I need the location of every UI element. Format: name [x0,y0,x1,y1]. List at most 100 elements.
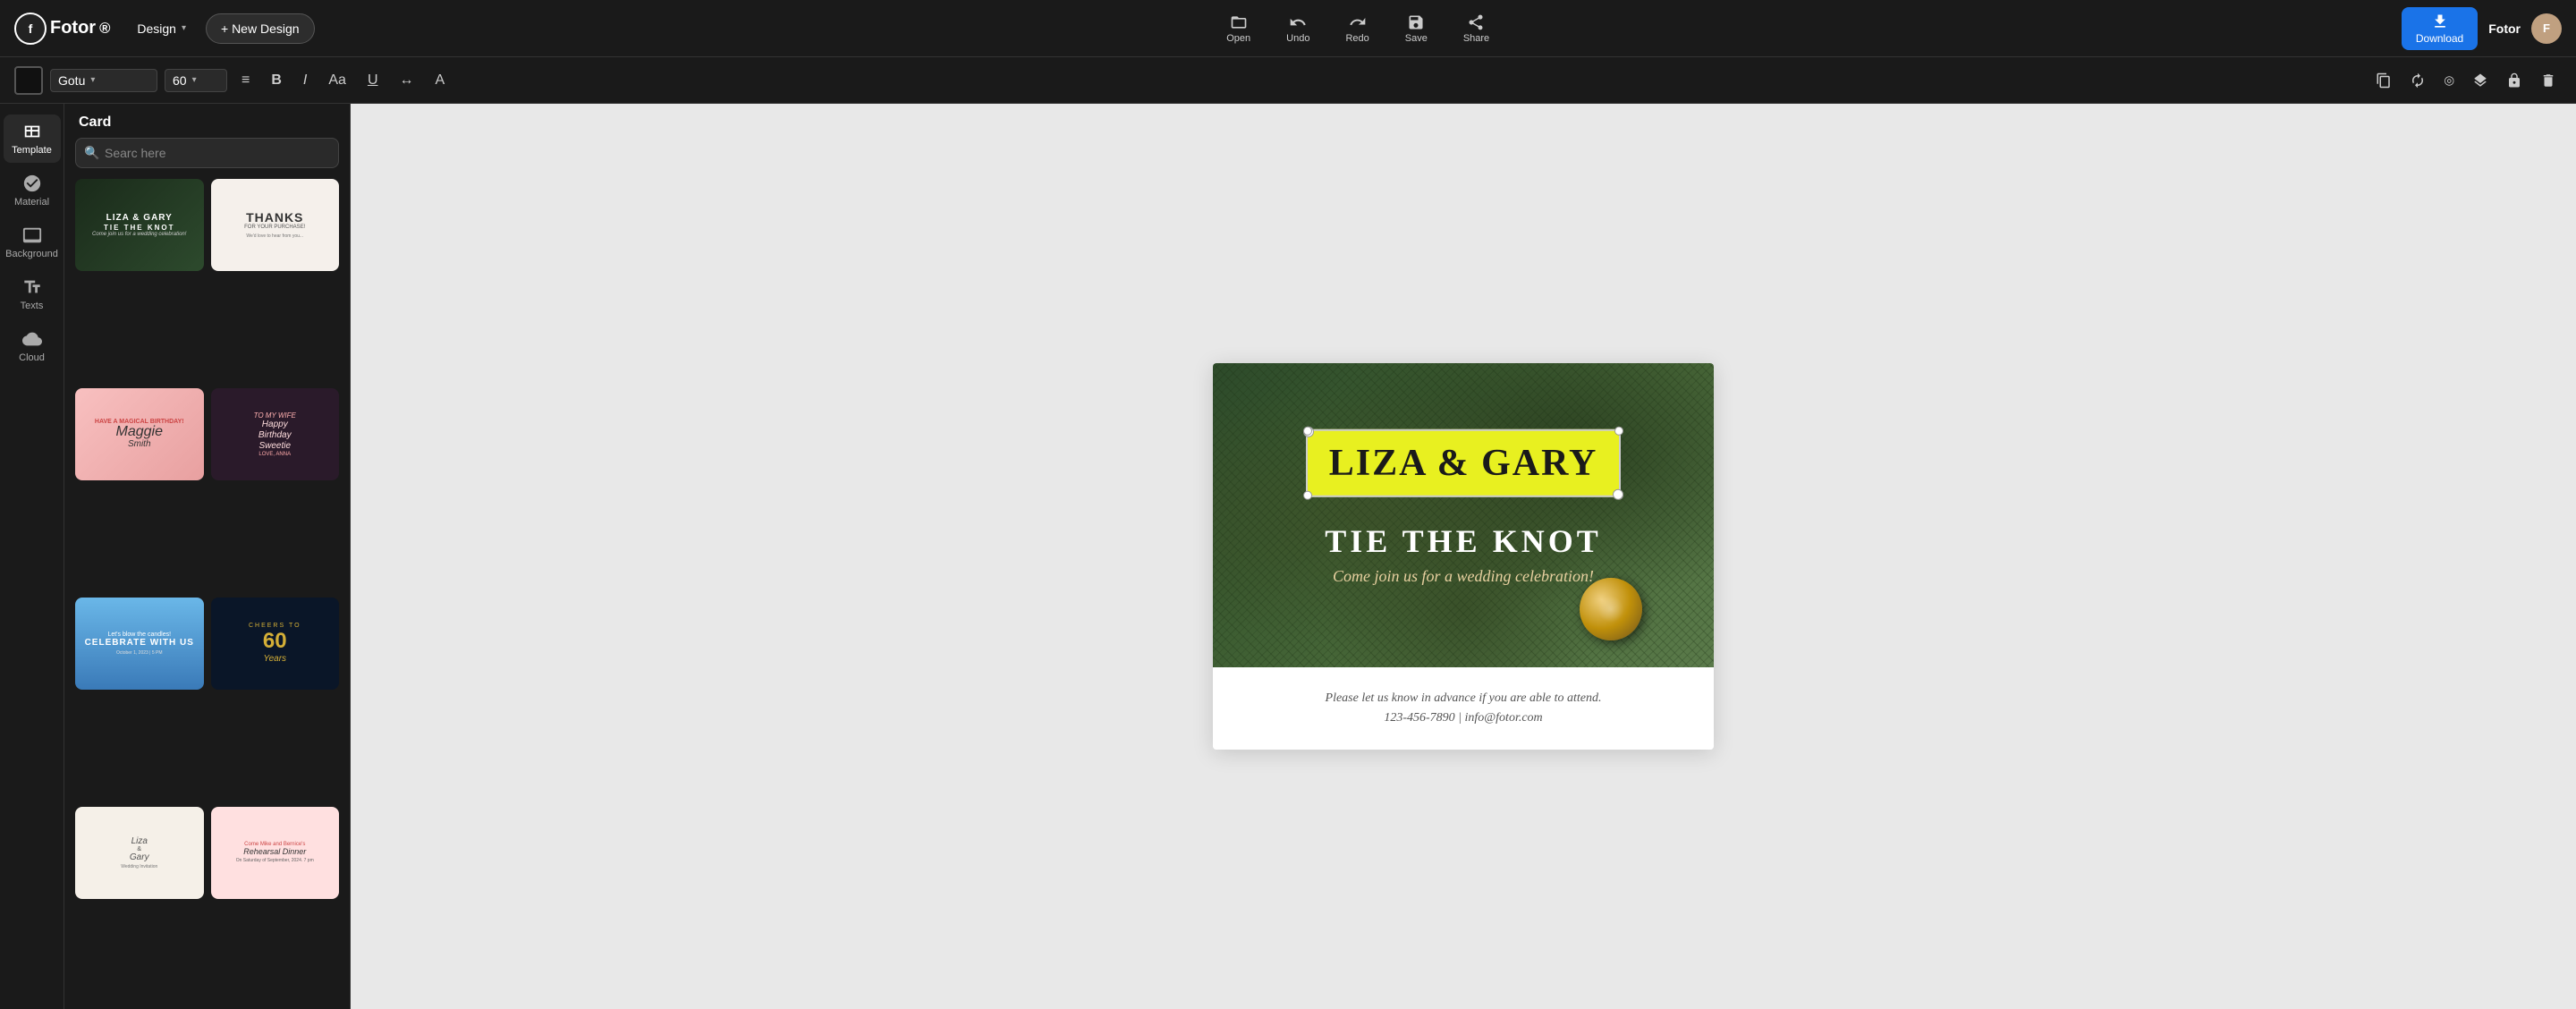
delete-button[interactable] [2535,69,2562,92]
search-icon: 🔍 [84,146,99,161]
panel-search-wrapper: 🔍 [75,138,339,168]
template-card-liza-gary[interactable]: LIZA & GARY TIE THE KNOT Come join us fo… [75,179,204,271]
sidebar-item-texts[interactable]: Texts [4,270,61,318]
font-size-selector[interactable]: 60 ▾ [165,69,227,92]
undo-label: Undo [1286,33,1309,44]
name-box[interactable]: LIZA & GARY [1306,428,1622,496]
text-color-picker[interactable] [14,66,43,95]
canvas-area: LIZA & GARY TIE THE KNOT Come join us fo… [351,104,2576,1009]
sidebar-item-material[interactable]: Material [4,166,61,215]
logo: f Fotor® [14,13,110,45]
font-family-selector[interactable]: Gotu ▾ [50,69,157,92]
top-bar: f Fotor® Design ▾ + New Design Open Undo… [0,0,2576,57]
card-text-overlay: LIZA & GARY TIE THE KNOT Come join us fo… [1238,428,1689,585]
design-menu-button[interactable]: Design ▾ [128,16,195,41]
texts-icon [22,277,42,297]
bold-button[interactable]: B [264,69,289,92]
share-icon [1467,13,1485,31]
template-icon [22,122,42,141]
lock-icon [2506,72,2522,89]
footer-line2: 123-456-7890 | info@fotor.com [1241,708,1685,728]
template-card-thanks[interactable]: THANKS FOR YOUR PURCHASE! We'd love to h… [211,179,340,271]
sidebar-item-template[interactable]: Template [4,114,61,163]
open-label: Open [1226,33,1250,44]
sidebar-background-label: Background [5,249,58,259]
template-grid: LIZA & GARY TIE THE KNOT Come join us fo… [64,179,350,1009]
template-card-rehearsal[interactable]: Come Mike and Bernice's Rehearsal Dinner… [211,807,340,899]
rotate-button[interactable] [2404,69,2431,92]
background-icon [22,225,42,245]
template-card-celebrate[interactable]: Let's blow the candles! CELEBRATE WITH U… [75,598,204,690]
card-background-image: LIZA & GARY TIE THE KNOT Come join us fo… [1213,363,1714,667]
knot-text: TIE THE KNOT [1238,521,1689,559]
material-icon [22,174,42,193]
redo-icon [1349,13,1367,31]
card-footer: Please let us know in advance if you are… [1213,667,1714,750]
duplicate-button[interactable] [2370,69,2397,92]
topbar-right: Download Fotor F [2402,7,2562,50]
name-box-wrapper[interactable]: LIZA & GARY [1306,428,1622,507]
footer-line1: Please let us know in advance if you are… [1241,689,1685,708]
font-name: Gotu [58,73,85,88]
card-canvas: LIZA & GARY TIE THE KNOT Come join us fo… [1213,363,1714,750]
new-design-button[interactable]: + New Design [206,13,315,44]
download-icon [2431,13,2449,30]
open-button[interactable]: Open [1219,10,1258,47]
sidebar-material-label: Material [14,197,49,208]
footer-text: Please let us know in advance if you are… [1241,689,1685,729]
topbar-center: Open Undo Redo Save Share [326,10,2391,47]
avatar[interactable]: F [2531,13,2562,44]
save-button[interactable]: Save [1398,10,1435,47]
text-color-button[interactable]: A [428,69,453,92]
sidebar-cloud-label: Cloud [19,352,45,363]
template-card-birthday-maggie[interactable]: HAVE A MAGICAL BIRTHDAY! Maggie Smith [75,388,204,480]
card-image-section: LIZA & GARY TIE THE KNOT Come join us fo… [1213,363,1714,667]
spacing-button[interactable]: ↔ [393,69,421,92]
ring-gem [1597,596,1624,623]
design-label: Design [137,21,176,36]
handle-br[interactable] [1614,490,1623,499]
logo-super: ® [99,20,110,38]
sidebar-item-cloud[interactable]: Cloud [4,322,61,370]
toolbar-right-actions: ◎ [2370,69,2562,92]
template-card-liza-gary-2[interactable]: Liza & Gary Wedding Invitation [75,807,204,899]
save-icon [1407,13,1425,31]
redo-label: Redo [1345,33,1368,44]
undo-button[interactable]: Undo [1279,10,1317,47]
logo-text: Fotor [50,18,96,38]
handle-bl[interactable] [1303,490,1312,499]
chevron-down-icon: ▾ [192,75,197,85]
search-input[interactable] [75,138,339,168]
chevron-down-icon: ▾ [90,75,95,85]
save-label: Save [1405,33,1428,44]
template-card-happy-birthday-sweetie[interactable]: TO MY WIFE HappyBirthdaySweetie LOVE, AN… [211,388,340,480]
underline-button[interactable]: U [360,69,386,92]
download-label: Download [2416,32,2463,45]
share-button[interactable]: Share [1456,10,1496,47]
main-area: Template Material Background Texts Cloud… [0,104,2576,1009]
rotate-icon [2410,72,2426,89]
effects-button[interactable]: ◎ [2438,70,2460,91]
undo-icon [1289,13,1307,31]
italic-button[interactable]: I [296,69,314,92]
download-button[interactable]: Download [2402,7,2478,50]
format-toolbar: Gotu ▾ 60 ▾ ≡ B I Aa U ↔ A ◎ [0,57,2576,104]
cloud-icon [22,329,42,349]
layers-button[interactable] [2467,69,2494,92]
redo-button[interactable]: Redo [1338,10,1376,47]
handle-tl[interactable] [1303,426,1312,435]
template-card-60-years[interactable]: CHEERS TO 60 Years [211,598,340,690]
ring-decoration [1580,578,1642,640]
lock-button[interactable] [2501,69,2528,92]
trash-icon [2540,72,2556,89]
chevron-down-icon: ▾ [182,23,186,33]
new-design-label: + New Design [221,21,300,36]
handle-tr[interactable] [1614,426,1623,435]
sidebar-item-background[interactable]: Background [4,218,61,267]
sidebar-template-label: Template [12,145,52,156]
sidebar-texts-label: Texts [21,301,44,311]
font-size-aa-button[interactable]: Aa [321,69,353,92]
align-button[interactable]: ≡ [234,69,257,92]
layers-icon [2472,72,2488,89]
panel-title: Card [64,104,350,138]
